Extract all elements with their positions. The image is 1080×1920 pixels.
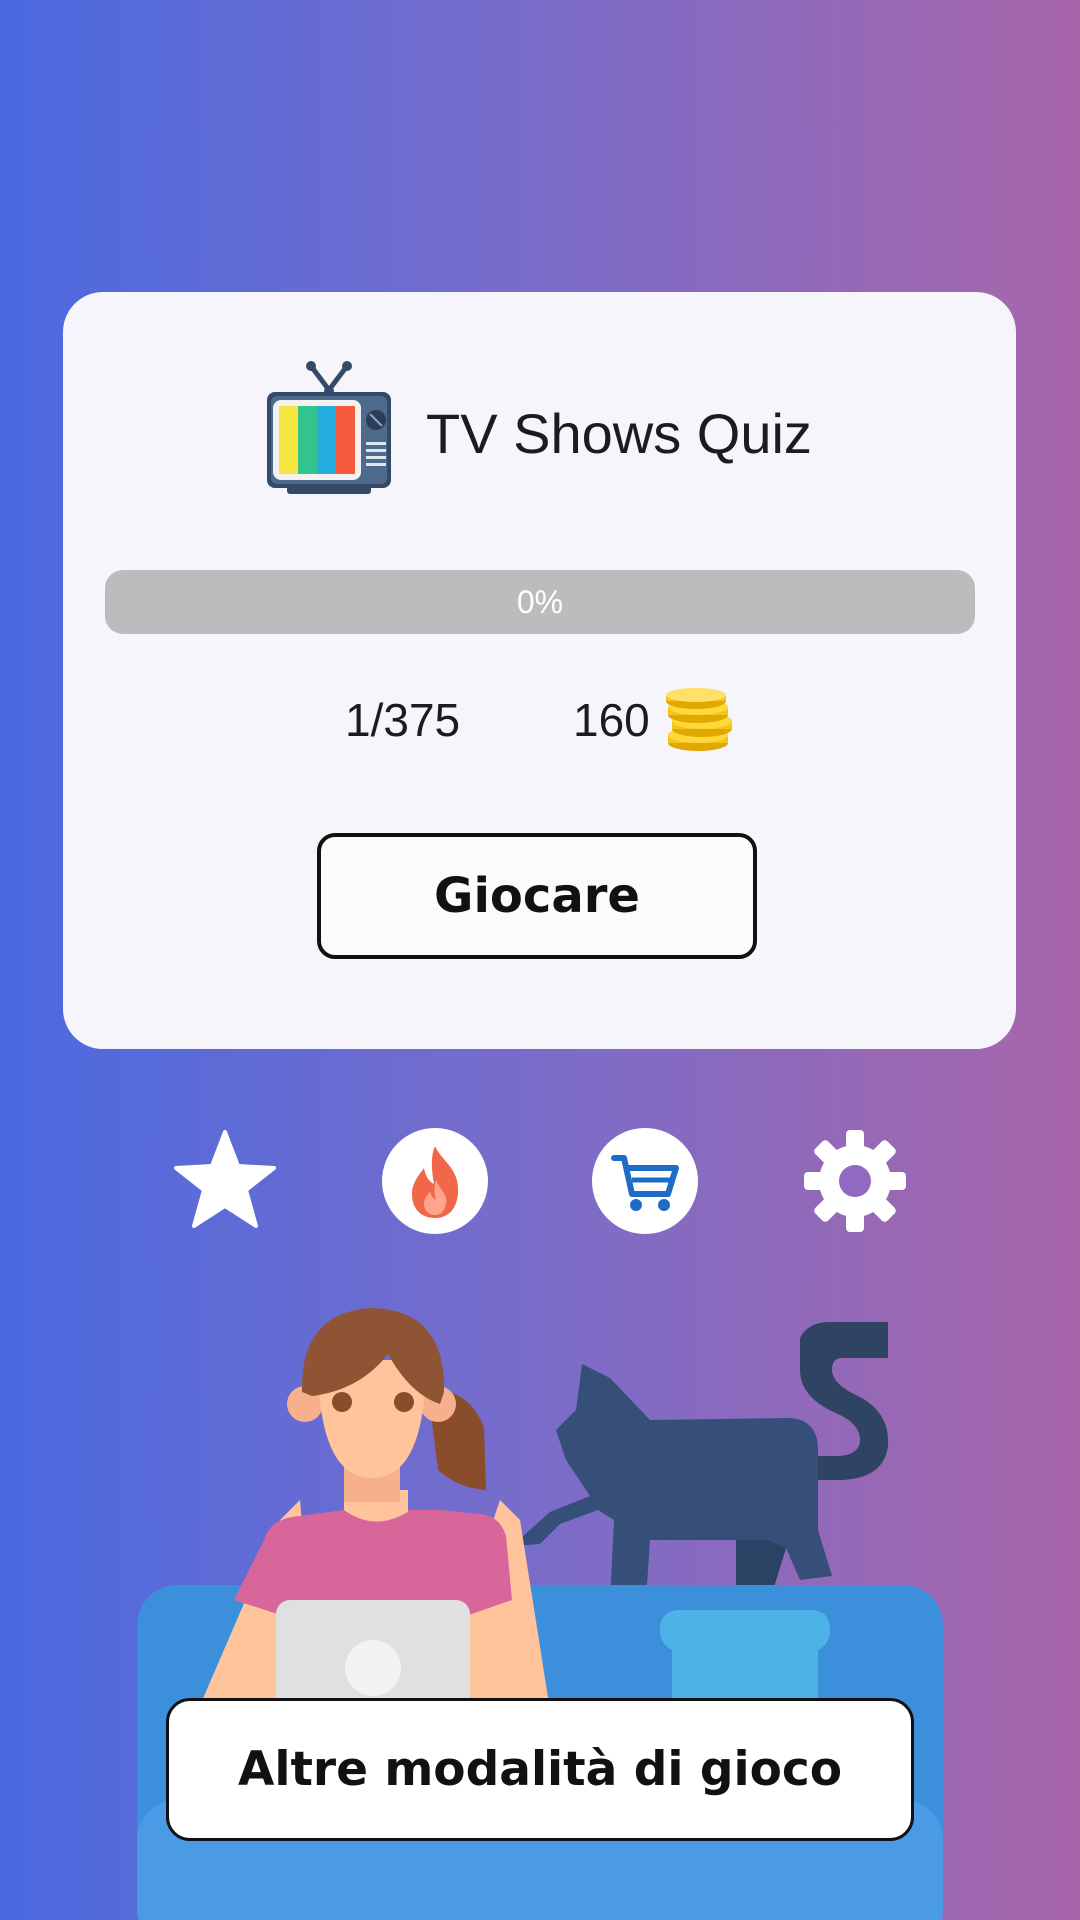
retro-tv-icon	[267, 361, 391, 494]
title-row: TV Shows Quiz	[63, 360, 1016, 496]
favorites-button[interactable]	[172, 1128, 278, 1234]
app-title: TV Shows Quiz	[426, 402, 812, 465]
progress-bar: 0%	[105, 570, 975, 634]
star-icon	[174, 1130, 276, 1228]
gold-coins-icon	[666, 688, 732, 751]
cat-illustration	[512, 1322, 889, 1600]
cart-icon	[611, 1155, 679, 1211]
woman-illustration	[198, 1308, 550, 1720]
fire-icon	[412, 1146, 459, 1218]
streak-button[interactable]	[382, 1128, 488, 1234]
play-button[interactable]: Giocare	[317, 833, 757, 959]
gear-icon	[804, 1130, 906, 1232]
other-game-modes-button[interactable]: Altre modalità di gioco	[166, 1698, 914, 1841]
level-counter: 1/375	[345, 694, 461, 746]
coins-counter: 160	[573, 694, 650, 746]
shop-button[interactable]	[592, 1128, 698, 1234]
toolbar	[0, 1128, 1080, 1234]
settings-button[interactable]	[802, 1128, 908, 1234]
progress-label: 0%	[516, 584, 564, 620]
main-card: TV Shows Quiz 0% 1/375 160 Giocare	[63, 292, 1016, 1049]
